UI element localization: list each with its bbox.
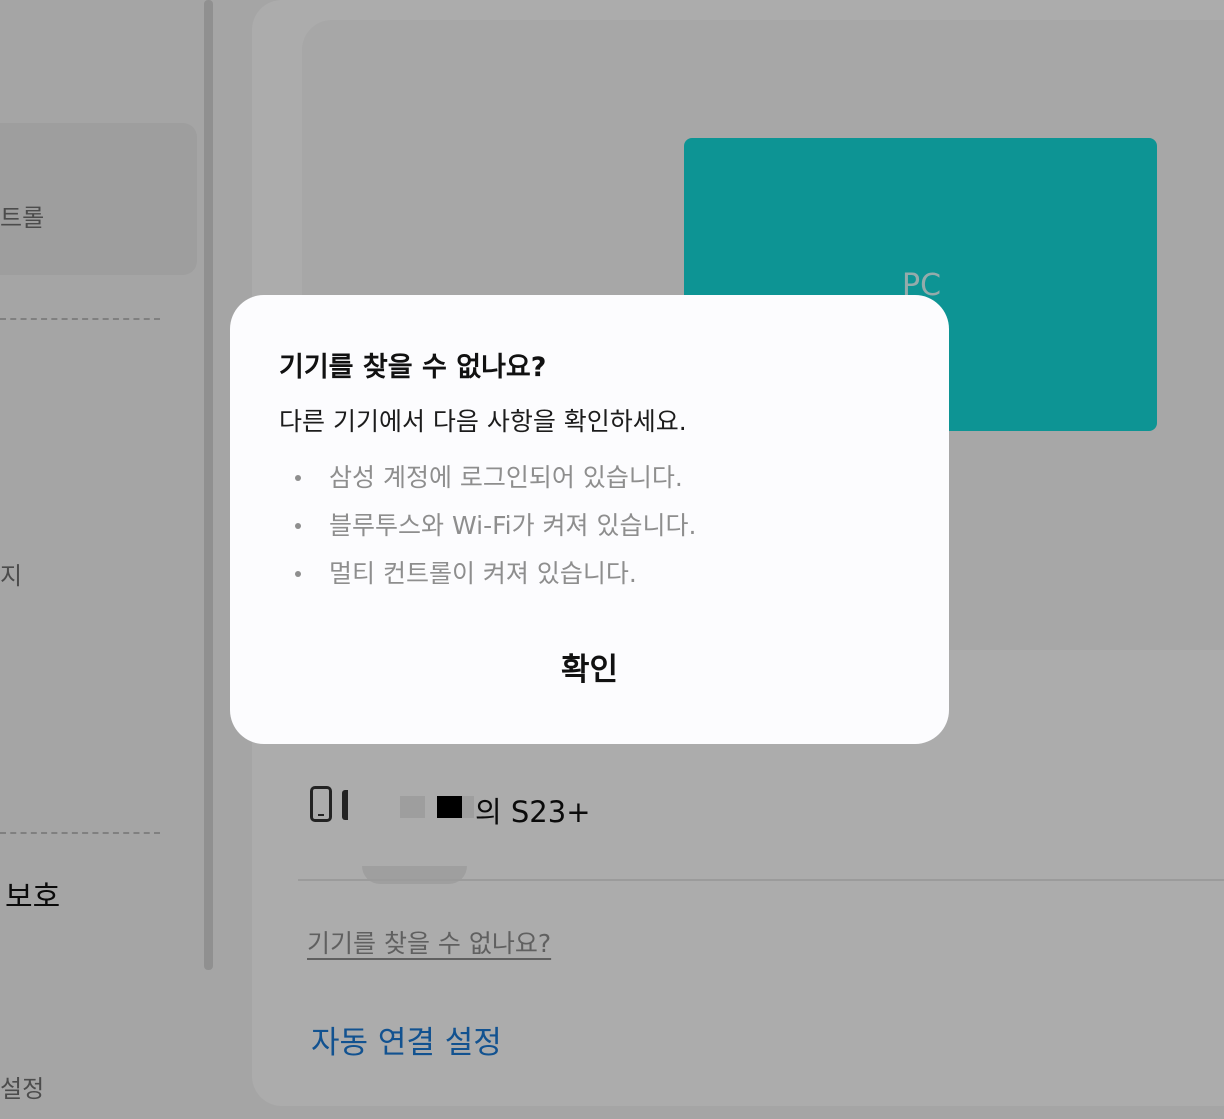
checklist-item-text: 삼성 계정에 로그인되어 있습니다. bbox=[329, 463, 683, 492]
checklist-item-text: 블루투스와 Wi-Fi가 켜져 있습니다. bbox=[329, 511, 697, 540]
bullet-icon bbox=[295, 571, 301, 577]
ok-button[interactable]: 확인 bbox=[490, 643, 690, 690]
dialog-subtitle: 다른 기기에서 다음 사항을 확인하세요. bbox=[279, 407, 687, 436]
checklist-item: 삼성 계정에 로그인되어 있습니다. bbox=[279, 459, 696, 507]
checklist-item-text: 멀티 컨트롤이 켜져 있습니다. bbox=[329, 559, 637, 588]
cant-find-device-dialog: 기기를 찾을 수 없나요? 다른 기기에서 다음 사항을 확인하세요. 삼성 계… bbox=[230, 295, 949, 744]
bullet-icon bbox=[295, 475, 301, 481]
checklist-item: 블루투스와 Wi-Fi가 켜져 있습니다. bbox=[279, 507, 696, 555]
dialog-title: 기기를 찾을 수 없나요? bbox=[279, 352, 547, 383]
checklist: 삼성 계정에 로그인되어 있습니다. 블루투스와 Wi-Fi가 켜져 있습니다.… bbox=[279, 459, 696, 603]
checklist-item: 멀티 컨트롤이 켜져 있습니다. bbox=[279, 555, 696, 603]
bullet-icon bbox=[295, 523, 301, 529]
app-window: 트롤 지 보호 설정 PC 의 S23+ 기기를 찾을 수 없나요? 자동 연결… bbox=[0, 0, 1224, 1119]
